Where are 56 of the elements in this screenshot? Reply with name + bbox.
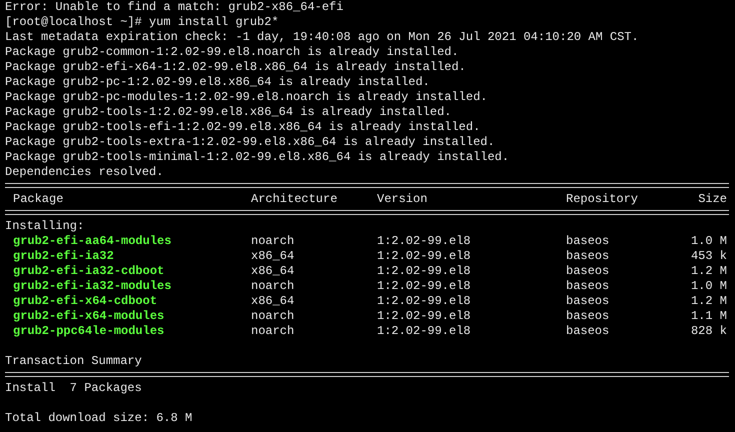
table-cell: 453 k xyxy=(690,249,727,264)
package-name: grub2-efi-x64-modules xyxy=(13,309,166,324)
terminal-line: Last metadata expiration check: -1 day, 19:40:08 ago on Mon 26 Jul 2021 04:10:20 AM CST. xyxy=(5,30,639,44)
table-cell-text: 1:2.02-99.el8 xyxy=(377,324,472,339)
table-cell: 1.2 M xyxy=(690,264,727,279)
table-cell-text: baseos xyxy=(566,324,610,339)
table-cell-text: baseos xyxy=(566,309,610,324)
table-cell: 1.0 M xyxy=(690,279,727,294)
summary-line: Install 7 Packages xyxy=(5,381,142,395)
column-header: Repository xyxy=(566,192,640,207)
table-cell-text: baseos xyxy=(566,234,610,249)
table-cell: 828 k xyxy=(690,324,727,339)
summary-title: Transaction Summary xyxy=(5,354,142,368)
table-cell-text: 1:2.02-99.el8 xyxy=(377,234,472,249)
group-label: Installing: xyxy=(5,219,84,233)
table-cell-text: baseos xyxy=(566,249,610,264)
package-name: grub2-efi-ia32 xyxy=(13,249,115,264)
table-cell-text: baseos xyxy=(566,279,610,294)
table-cell-text: 1:2.02-99.el8 xyxy=(377,279,472,294)
package-name: grub2-efi-x64-cdboot xyxy=(13,294,158,309)
terminal-line: Package grub2-tools-1:2.02-99.el8.x86_64 is already installed. xyxy=(5,105,452,119)
summary-line: Total download size: 6.8 M xyxy=(5,411,192,425)
package-name: grub2-efi-aa64-modules xyxy=(13,234,172,249)
table-cell-text: noarch xyxy=(251,279,296,294)
package-name: grub2-efi-ia32-modules xyxy=(13,279,172,294)
table-cell-text: x86_64 xyxy=(251,249,296,264)
column-header: Package xyxy=(13,192,64,207)
table-cell: 1.0 M xyxy=(690,234,727,249)
terminal-line: Package grub2-pc-modules-1:2.02-99.el8.noarch is already installed. xyxy=(5,90,488,104)
terminal-line: Error: Unable to find a match: grub2-x86_64-efi xyxy=(5,0,344,14)
table-cell: 1.1 M xyxy=(690,309,727,324)
package-name: grub2-ppc64le-modules xyxy=(13,324,166,339)
table-cell-text: baseos xyxy=(566,264,610,279)
package-name: grub2-efi-ia32-cdboot xyxy=(13,264,166,279)
table-cell-text: baseos xyxy=(566,294,610,309)
terminal-line: Package grub2-pc-1:2.02-99.el8.x86_64 is already installed. xyxy=(5,75,430,89)
terminal-line: Package grub2-tools-extra-1:2.02-99.el8.x86_64 is already installed. xyxy=(5,135,495,149)
terminal-line: Package grub2-tools-efi-1:2.02-99.el8.x86_64 is already installed. xyxy=(5,120,480,134)
table-cell-text: noarch xyxy=(251,309,296,324)
table-cell-text: x86_64 xyxy=(251,264,296,279)
terminal-line: Package grub2-tools-minimal-1:2.02-99.el8.x86_64 is already installed. xyxy=(5,150,510,164)
table-cell-text: noarch xyxy=(251,324,296,339)
column-header: Version xyxy=(377,192,428,207)
terminal-line: Dependencies resolved. xyxy=(5,165,164,179)
table-cell-text: x86_64 xyxy=(251,294,296,309)
table-cell-text: 1:2.02-99.el8 xyxy=(377,309,472,324)
table-cell: 1.2 M xyxy=(690,294,727,309)
table-cell-text: 1:2.02-99.el8 xyxy=(377,249,472,264)
table-cell-text: 1:2.02-99.el8 xyxy=(377,264,472,279)
table-cell-text: noarch xyxy=(251,234,296,249)
terminal-line: Package grub2-common-1:2.02-99.el8.noarch is already installed. xyxy=(5,45,459,59)
terminal-line: Package grub2-efi-x64-1:2.02-99.el8.x86_64 is already installed. xyxy=(5,60,466,74)
column-header: Size xyxy=(698,192,727,207)
table-cell-text: 1:2.02-99.el8 xyxy=(377,294,472,309)
column-header: Architecture xyxy=(251,192,338,207)
terminal-line: [root@localhost ~]# yum install grub2* xyxy=(5,15,279,29)
